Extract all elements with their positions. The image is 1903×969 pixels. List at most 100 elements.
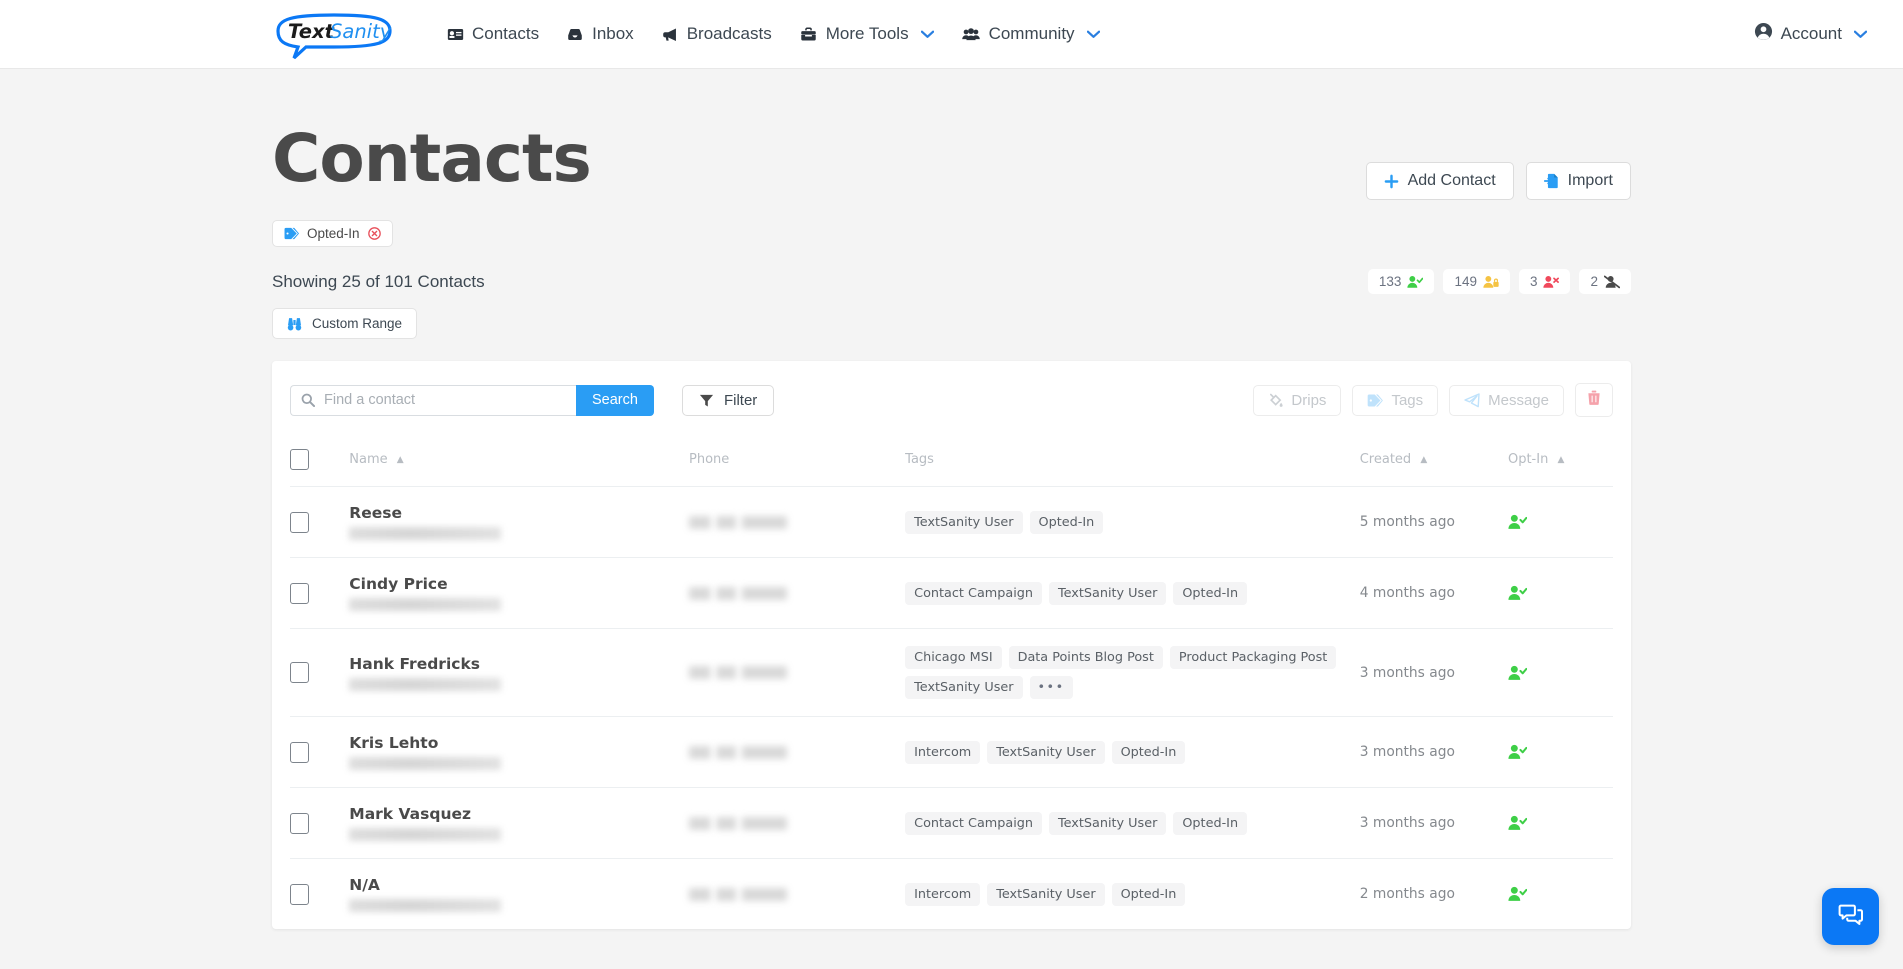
row-checkbox[interactable]	[290, 582, 309, 604]
sort-asc-icon: ▲	[1420, 454, 1428, 465]
chat-bubbles-icon	[1837, 900, 1865, 933]
row-select-cell	[290, 487, 349, 558]
column-header-phone[interactable]: Phone	[689, 437, 905, 487]
tag-chip[interactable]: Data Points Blog Post	[1008, 646, 1163, 669]
contact-optin-cell	[1508, 859, 1613, 930]
nav-label: Broadcasts	[686, 24, 772, 43]
stat-badge-pending[interactable]: 149	[1443, 269, 1510, 294]
contact-created-cell: 4 months ago	[1360, 558, 1508, 629]
tag-chip[interactable]: TextSanity User	[1049, 581, 1167, 605]
user-times-icon	[1543, 275, 1560, 289]
paper-plane-icon	[1464, 392, 1480, 408]
account-menu[interactable]: Account	[1754, 22, 1868, 46]
search-input[interactable]	[324, 392, 566, 408]
header-actions: Add Contact Import	[1365, 126, 1631, 200]
stat-count: 149	[1454, 274, 1477, 289]
tag-chip[interactable]: Contact Campaign	[905, 811, 1043, 835]
bulk-message-button[interactable]: Message	[1449, 384, 1564, 416]
bulk-drips-button[interactable]: Drips	[1253, 384, 1342, 416]
tag-chip[interactable]: TextSanity User	[987, 740, 1105, 764]
row-checkbox[interactable]	[290, 812, 309, 834]
bulk-tags-button[interactable]: Tags	[1352, 384, 1439, 416]
tag-chip[interactable]: TextSanity User	[905, 510, 1023, 534]
tag-chip[interactable]: Opted-In	[1173, 811, 1248, 835]
contact-name-cell[interactable]: Reese	[349, 487, 689, 558]
nav-item-contacts[interactable]: Contacts	[447, 24, 539, 44]
tag-chip[interactable]: TextSanity User	[905, 676, 1023, 699]
table-row[interactable]: Hank Fredricks Chicago MSI Data Points Blo…	[290, 628, 1613, 717]
logo-text-sanity: Sanity	[330, 20, 392, 43]
contact-name: Reese	[349, 504, 402, 522]
search-button[interactable]: Search	[576, 384, 654, 416]
column-header-name[interactable]: Name ▲	[349, 437, 689, 487]
filter-chip-label: Opted-In	[307, 226, 360, 241]
stat-badge-opted-out[interactable]: 3	[1518, 269, 1571, 294]
select-all-checkbox[interactable]	[290, 449, 309, 470]
tag-chip[interactable]: Opted-In	[1029, 510, 1104, 534]
contact-name-cell[interactable]: Hank Fredricks	[349, 629, 689, 717]
textsanity-logo[interactable]: Text Sanity	[272, 11, 422, 60]
contact-phone-cell	[688, 487, 905, 558]
tag-chip[interactable]: Chicago MSI	[905, 646, 1002, 669]
contact-tags-cell: Contact Campaign TextSanity User Opted-In	[905, 788, 1360, 859]
contact-name-cell[interactable]: N/A	[349, 859, 689, 930]
created-text: 3 months ago	[1359, 744, 1455, 760]
tag-chip[interactable]: TextSanity User	[1049, 811, 1167, 835]
tag-chip[interactable]: Intercom	[905, 740, 981, 764]
table-row[interactable]: Cindy Price Contact Campaign TextSanity Us…	[290, 557, 1613, 629]
table-row[interactable]: Kris Lehto Intercom TextSanity User Opted-I…	[290, 716, 1613, 788]
contact-name: Mark Vasquez	[349, 805, 472, 823]
nav-item-more-tools[interactable]: More Tools	[799, 24, 934, 44]
contact-created-cell: 3 months ago	[1360, 717, 1508, 788]
row-checkbox[interactable]	[290, 883, 309, 905]
row-checkbox[interactable]	[290, 511, 309, 533]
table-row[interactable]: N/A Intercom TextSanity User Opted-In 2 mont…	[290, 858, 1613, 930]
top-navigation-bar: Text Sanity Contacts Inbox Broadcasts Mo…	[0, 0, 1903, 69]
column-header-tags[interactable]: Tags	[905, 437, 1360, 487]
toolbox-icon	[799, 26, 818, 43]
active-filters: Opted-In	[272, 220, 1631, 247]
funnel-icon	[699, 393, 714, 408]
bulk-delete-button[interactable]	[1575, 383, 1613, 417]
circle-x-icon[interactable]	[367, 227, 381, 240]
tag-overflow-chip[interactable]: •••	[1029, 676, 1073, 699]
tag-chip[interactable]: Opted-In	[1173, 581, 1248, 605]
contact-name-cell[interactable]: Mark Vasquez	[349, 788, 689, 859]
search-box[interactable]	[290, 384, 576, 416]
contact-name-cell[interactable]: Cindy Price	[349, 558, 689, 629]
nav-item-inbox[interactable]: Inbox	[566, 24, 634, 44]
filter-button-label: Filter	[723, 391, 758, 409]
tag-chip[interactable]: Intercom	[905, 882, 981, 906]
user-check-icon	[1508, 585, 1613, 601]
contact-optin-cell	[1508, 788, 1613, 859]
row-checkbox[interactable]	[290, 741, 309, 763]
stat-badge-blocked[interactable]: 2	[1579, 269, 1631, 294]
column-header-optin[interactable]: Opt-In ▲	[1508, 437, 1613, 487]
nav-label: Community	[988, 24, 1075, 43]
custom-range-button[interactable]: Custom Range	[272, 308, 418, 339]
row-checkbox[interactable]	[290, 662, 309, 683]
stat-badge-opted-in[interactable]: 133	[1367, 269, 1435, 294]
tag-chip[interactable]: Contact Campaign	[905, 581, 1043, 605]
import-button[interactable]: Import	[1525, 162, 1631, 200]
page-title: Contacts	[272, 120, 592, 197]
tag-chip[interactable]: TextSanity User	[987, 882, 1105, 906]
contact-name-cell[interactable]: Kris Lehto	[349, 717, 689, 788]
nav-item-broadcasts[interactable]: Broadcasts	[661, 24, 772, 44]
created-text: 4 months ago	[1359, 585, 1455, 601]
tag-chip[interactable]: Opted-In	[1111, 740, 1186, 764]
account-label: Account	[1780, 24, 1842, 43]
chat-launcher-button[interactable]	[1822, 888, 1879, 945]
filter-chip-opted-in[interactable]: Opted-In	[272, 220, 393, 247]
add-contact-button[interactable]: Add Contact	[1365, 162, 1514, 200]
logo-text-text: Text	[288, 20, 335, 43]
tag-chip[interactable]: Opted-In	[1111, 882, 1186, 906]
tag-chip[interactable]: Product Packaging Post	[1169, 646, 1337, 669]
column-header-created[interactable]: Created ▲	[1360, 437, 1508, 487]
row-select-cell	[290, 859, 349, 930]
table-row[interactable]: Reese TextSanity User Opted-In 5 months ago	[290, 486, 1613, 558]
stat-count: 133	[1378, 274, 1402, 289]
nav-item-community[interactable]: Community	[961, 24, 1100, 44]
table-row[interactable]: Mark Vasquez Contact Campaign TextSanity U…	[290, 787, 1613, 859]
filter-button[interactable]: Filter	[681, 384, 775, 416]
